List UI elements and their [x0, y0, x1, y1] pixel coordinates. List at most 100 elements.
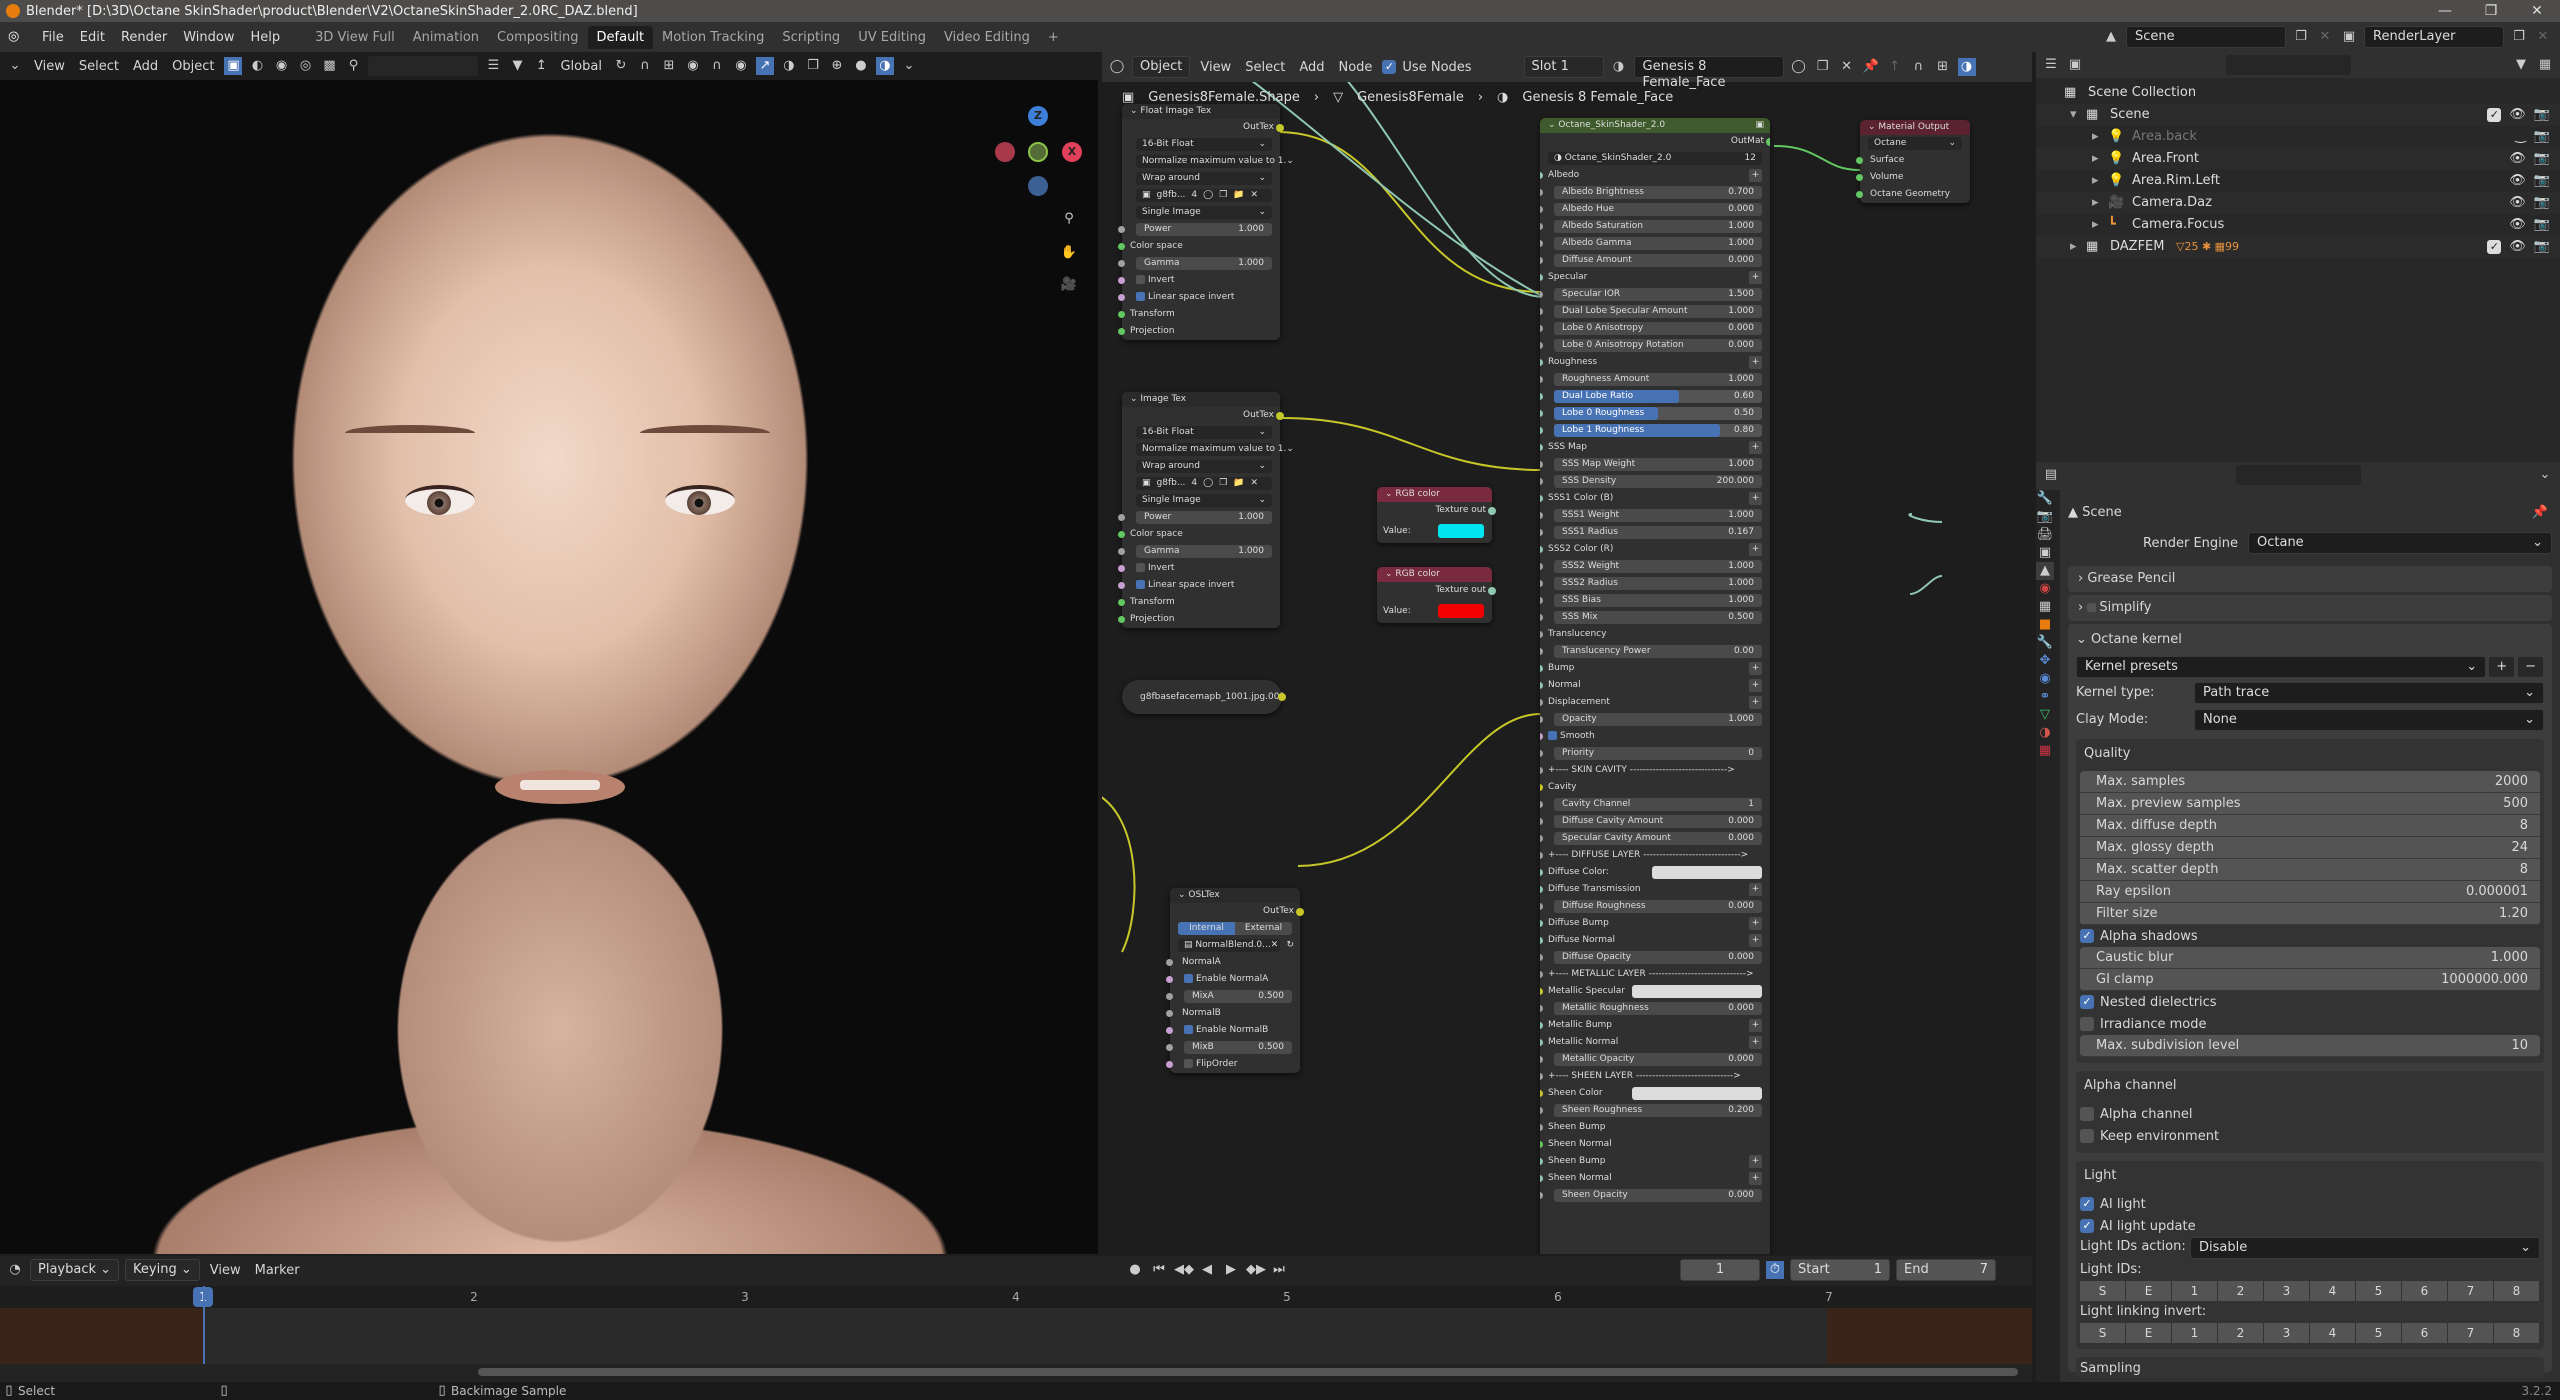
shader-node-editor[interactable]: ◯ Object View Select Add Node ✓ Use Nodes…	[1102, 52, 2032, 1254]
outliner-item-area-front[interactable]: ▸ 💡 Area.Front 👁 📷	[2036, 148, 2560, 170]
keep-environment-checkbox[interactable]: Keep environment	[2080, 1125, 2540, 1147]
input-linear-space-invert[interactable]: Linear space invert	[1118, 577, 1280, 594]
add-input-button[interactable]: +	[1749, 356, 1762, 369]
options-icon[interactable]: ⌄	[2536, 466, 2554, 484]
input-invert[interactable]: Invert	[1118, 560, 1280, 577]
workspace-tab-uv-editing[interactable]: UV Editing	[849, 26, 935, 49]
outliner-item-scene-collection[interactable]: ▦ Scene Collection	[2036, 82, 2560, 104]
color-value-row[interactable]: Value:	[1377, 519, 1492, 543]
input-specular[interactable]: Specular +	[1540, 269, 1770, 286]
kernel-presets-dropdown[interactable]: Kernel presets ⌄	[2076, 656, 2487, 678]
input-diffuse-normal[interactable]: Diffuse Normal +	[1540, 932, 1770, 949]
add-input-button[interactable]: +	[1749, 441, 1762, 454]
visibility-icon[interactable]: ◉	[732, 57, 750, 75]
add-input-button[interactable]: +	[1749, 917, 1762, 930]
play-reverse-icon[interactable]: ◀	[1198, 1261, 1216, 1279]
input-lobe-1-roughness[interactable]: Lobe 1 Roughness 0.80	[1540, 422, 1770, 439]
input-metallic-normal[interactable]: Metallic Normal +	[1540, 1034, 1770, 1051]
blender-menu-icon[interactable]: ◎	[8, 29, 28, 45]
menu-file[interactable]: File	[34, 30, 72, 45]
input-color-space[interactable]: Color space	[1118, 238, 1280, 255]
outliner-item-scene[interactable]: ▾ ▦ Scene ✓ 👁 📷	[2036, 104, 2560, 126]
input-volume[interactable]: Volume	[1856, 169, 1970, 186]
lights-icon[interactable]: ◉	[272, 57, 290, 75]
input-diffuse-transmission[interactable]: Diffuse Transmission +	[1540, 881, 1770, 898]
workspace-tab-video-editing[interactable]: Video Editing	[935, 26, 1039, 49]
add-input-button[interactable]: +	[1749, 492, 1762, 505]
duplicate-material-icon[interactable]: ❐	[1814, 58, 1832, 76]
eye-icon[interactable]: 👁	[2509, 104, 2526, 126]
color-swatch[interactable]	[1652, 866, 1762, 879]
add-preset-button[interactable]: +	[2488, 656, 2516, 678]
slot-dropdown[interactable]: Slot 1	[1523, 56, 1604, 78]
outliner-item-camera-focus[interactable]: ▸ ┗ Camera.Focus 👁 📷	[2036, 214, 2560, 236]
add-input-button[interactable]: +	[1749, 679, 1762, 692]
input-transform[interactable]: Transform	[1118, 306, 1280, 323]
viewport-menu-select[interactable]: Select	[75, 59, 123, 74]
input-albedo-hue[interactable]: Albedo Hue 0.000	[1540, 201, 1770, 218]
field-max-samples[interactable]: Max. samples 2000	[2080, 771, 2540, 793]
input-sss-mix[interactable]: SSS Mix 0.500	[1540, 609, 1770, 626]
editor-type-icon[interactable]: ◔	[6, 1261, 24, 1279]
input-sheen-normal[interactable]: Sheen Normal +	[1540, 1170, 1770, 1187]
modifier-tab-icon[interactable]: 🔧	[2036, 634, 2054, 652]
transform-orientation-dropdown[interactable]: Global	[556, 59, 605, 74]
hidden-eye-icon[interactable]: ‿	[2515, 126, 2525, 148]
irradiance-mode-checkbox[interactable]: Irradiance mode	[2080, 1013, 2540, 1035]
light-link-3[interactable]: 3	[2264, 1323, 2309, 1343]
viewport-search-input[interactable]	[368, 56, 479, 76]
camera-render-icon[interactable]: 📷	[2534, 192, 2550, 214]
editor-type-icon[interactable]: ⌄	[6, 57, 24, 75]
outliner-item-area-back[interactable]: ▸ 💡 Area.back ‿ 📷	[2036, 126, 2560, 148]
node-header[interactable]: ⌄ OSLTex	[1170, 888, 1300, 903]
light-link-s[interactable]: S	[2080, 1323, 2125, 1343]
add-input-button[interactable]: +	[1749, 1155, 1762, 1168]
add-input-button[interactable]: +	[1749, 934, 1762, 947]
add-input-button[interactable]: +	[1749, 1019, 1762, 1032]
input-translucency-power[interactable]: Translucency Power 0.00	[1540, 643, 1770, 660]
node-header[interactable]: ⌄ RGB color	[1377, 487, 1492, 502]
remove-preset-button[interactable]: −	[2517, 656, 2544, 678]
dropdown-row[interactable]: Wrap around ⌄	[1122, 458, 1280, 475]
3d-viewport[interactable]: Z X ⚲ ✋ 🎥	[0, 80, 1098, 1254]
view-layer-icon[interactable]: ▣	[2340, 28, 2358, 46]
menu-window[interactable]: Window	[175, 30, 242, 45]
light-id-e[interactable]: E	[2126, 1281, 2171, 1301]
light-id-4[interactable]: 4	[2310, 1281, 2355, 1301]
input-sss-bias[interactable]: SSS Bias 1.000	[1540, 592, 1770, 609]
light-id-s[interactable]: S	[2080, 1281, 2125, 1301]
xray-icon[interactable]: ❐	[804, 57, 822, 75]
dropdown-row[interactable]: Normalize maximum value to 1. ⌄	[1122, 153, 1294, 170]
output-socket[interactable]	[1278, 693, 1286, 701]
scene-field[interactable]: Scene	[2126, 26, 2286, 48]
viewport-menu-view[interactable]: View	[30, 59, 69, 74]
sampling-subpanel[interactable]: Sampling	[2076, 1357, 2544, 1377]
octane-skin-shader-node[interactable]: ⌄ Octane_SkinShader_2.0 ▣ OutMat ◑ Octane…	[1540, 118, 1770, 1254]
field-max-preview-samples[interactable]: Max. preview samples 500	[2080, 793, 2540, 815]
input-invert[interactable]: Invert	[1118, 272, 1280, 289]
timeline-menu-view[interactable]: View	[206, 1263, 245, 1278]
node-menu-add[interactable]: Add	[1295, 60, 1328, 75]
shading-options-icon[interactable]: ⌄	[900, 57, 918, 75]
input-color-space[interactable]: Color space	[1118, 526, 1280, 543]
filter-icon[interactable]: ▼	[2512, 56, 2530, 74]
start-frame-field[interactable]: Start 1	[1790, 1259, 1890, 1281]
input-lobe-0-anisotropy-rotation[interactable]: Lobe 0 Anisotropy Rotation 0.000	[1540, 337, 1770, 354]
remove-scene-icon[interactable]: ✕	[2316, 28, 2334, 46]
input-transform[interactable]: Transform	[1118, 594, 1280, 611]
input-cavity-channel[interactable]: Cavity Channel 1	[1540, 796, 1770, 813]
node-header[interactable]: ⌄ RGB color	[1377, 567, 1492, 582]
input-sss-map-weight[interactable]: SSS Map Weight 1.000	[1540, 456, 1770, 473]
menu-help[interactable]: Help	[243, 30, 289, 45]
gizmo-y-axis[interactable]	[1028, 142, 1048, 162]
camera-render-icon[interactable]: 📷	[2534, 104, 2550, 126]
use-nodes-checkbox[interactable]: ✓ Use Nodes	[1382, 56, 1472, 78]
node-header[interactable]: ⌄ Octane_SkinShader_2.0 ▣	[1540, 118, 1770, 133]
minimize-button[interactable]: —	[2422, 0, 2468, 22]
osl-tex-node[interactable]: ⌄ OSLTex OutTex Internal External ▤ Norm…	[1166, 888, 1304, 1073]
input-sheen-normal[interactable]: Sheen Normal	[1540, 1136, 1770, 1153]
input-diffuse-color[interactable]: Diffuse Color:	[1540, 864, 1770, 881]
alpha-shadows-checkbox[interactable]: ✓ Alpha shadows	[2080, 925, 2540, 947]
light-link-4[interactable]: 4	[2310, 1323, 2355, 1343]
light-link-1[interactable]: 1	[2172, 1323, 2217, 1343]
